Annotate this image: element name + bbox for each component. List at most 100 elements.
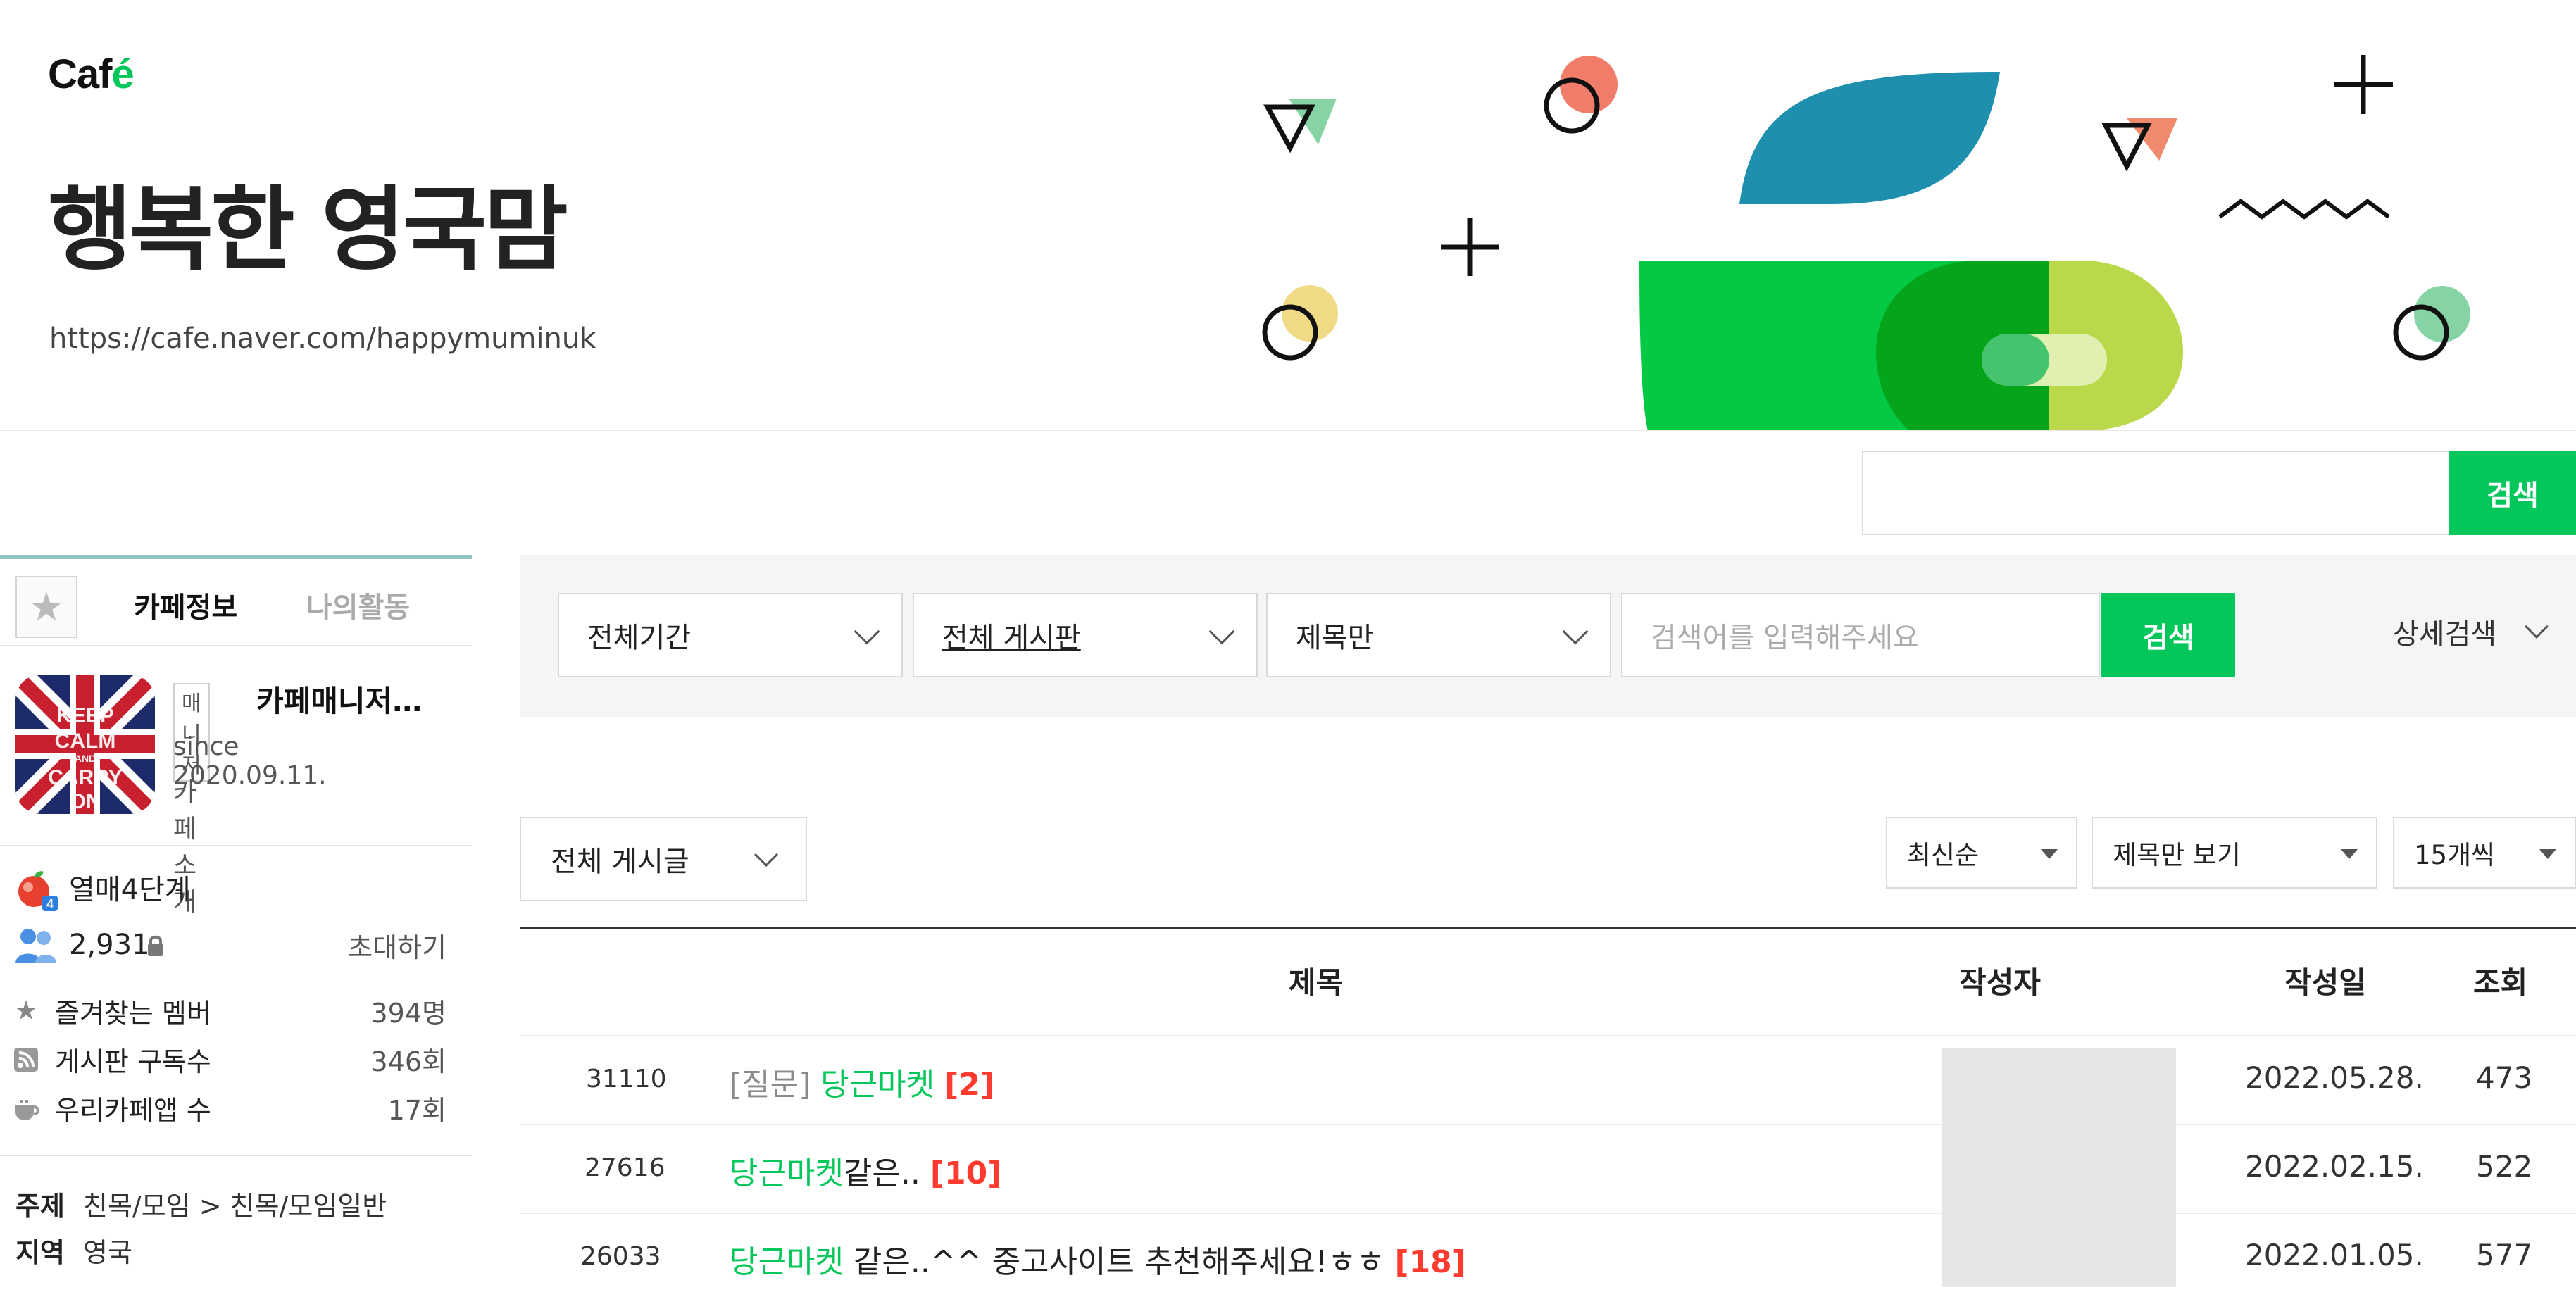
sidebar-divider	[0, 845, 472, 846]
chevron-down-icon	[754, 843, 778, 867]
lock-icon	[145, 934, 166, 960]
member-count-row: 2,931 초대하기	[0, 924, 472, 966]
cup-icon	[14, 1096, 41, 1129]
post-number: 27616	[584, 1153, 665, 1182]
stat-label: 즐겨찾는 멤버	[55, 997, 211, 1029]
stat-value[interactable]: 394명	[371, 991, 447, 1030]
caret-down-icon	[2041, 849, 2058, 859]
board-search-input[interactable]: 검색어를 입력해주세요	[1621, 593, 2100, 677]
post-title-link[interactable]: 당근마켓 같은..^^ 중고사이트 추천해주세요!ㅎㅎ [18]	[730, 1236, 1466, 1282]
post-date: 2022.01.05.	[2245, 1238, 2424, 1272]
cafe-search-button[interactable]: 검색	[2449, 451, 2576, 535]
stat-value[interactable]: 17회	[388, 1089, 446, 1127]
period-select-value: 전체기간	[587, 622, 692, 654]
sidebar-divider	[0, 1155, 472, 1156]
post-title-text: 같은..^^ 중고사이트 추천해주세요!ㅎㅎ	[853, 1244, 1385, 1280]
post-views: 577	[2476, 1238, 2533, 1272]
post-keyword: 당근마켓	[820, 1067, 935, 1103]
scope-select-value: 제목만	[1296, 622, 1374, 654]
chevron-down-icon	[1208, 618, 1235, 645]
column-header-author: 작성자	[1959, 965, 2041, 1000]
stat-cafe-app: 우리카페앱 수 17회	[0, 1086, 472, 1129]
chevron-down-icon	[1562, 618, 1589, 645]
post-date: 2022.05.28.	[2245, 1060, 2424, 1095]
author-cell-redacted	[1942, 1048, 2176, 1287]
column-header-views: 조회	[2473, 965, 2528, 1000]
apple-level-icon: 4	[14, 869, 58, 920]
post-category: [질문]	[730, 1067, 811, 1103]
tab-cafe-info[interactable]: 카페정보	[134, 584, 237, 625]
comment-count[interactable]: [10]	[930, 1155, 1001, 1191]
members-icon	[14, 927, 58, 973]
star-icon: ★	[14, 995, 39, 1026]
star-icon: ★	[28, 584, 65, 630]
topic-value: 친목/모임 > 친목/모임일반	[83, 1191, 387, 1222]
post-type-select[interactable]: 전체 게시글	[520, 817, 807, 901]
post-views: 522	[2476, 1149, 2533, 1184]
svg-text:AND: AND	[75, 753, 96, 764]
comment-count[interactable]: [2]	[944, 1067, 994, 1103]
stat-favorite-members: ★ 즐겨찾는 멤버 394명	[0, 989, 472, 1032]
post-date: 2022.02.15.	[2245, 1149, 2424, 1184]
post-views: 473	[2476, 1060, 2533, 1095]
topic-key: 주제	[15, 1191, 65, 1222]
cafe-header: Café 행복한 영국맘 https://cafe.naver.com/happ…	[0, 0, 2576, 431]
sidebar: ★ 카페정보 나의활동	[0, 555, 472, 646]
chevron-down-icon	[854, 618, 880, 645]
view-mode-select[interactable]: 제목만 보기	[2092, 817, 2377, 889]
cafe-url[interactable]: https://cafe.naver.com/happymuminuk	[49, 322, 596, 355]
region-value: 영국	[83, 1237, 132, 1268]
board-select[interactable]: 전체 게시판	[913, 593, 1258, 677]
avatar[interactable]: KEEP CALM AND CARRY ON	[15, 675, 155, 814]
region-key: 지역	[15, 1237, 65, 1268]
post-title-link[interactable]: [질문] 당근마켓 [2]	[730, 1059, 994, 1104]
svg-text:CALM: CALM	[55, 729, 116, 753]
stat-value[interactable]: 346회	[371, 1040, 447, 1079]
post-keyword: 당근마켓	[730, 1244, 844, 1280]
caret-down-icon	[2341, 849, 2358, 859]
period-select[interactable]: 전체기간	[558, 593, 903, 677]
scope-select[interactable]: 제목만	[1266, 593, 1611, 677]
svg-text:ON: ON	[70, 790, 101, 813]
level-label[interactable]: 열매4단계	[69, 867, 191, 908]
table-top-border	[520, 927, 2576, 929]
stat-label: 우리카페앱 수	[55, 1094, 211, 1126]
header-decoration	[1262, 55, 2470, 430]
member-count[interactable]: 2,931	[69, 929, 150, 961]
manager-name[interactable]: 카페매니저…	[256, 677, 422, 720]
row-divider	[520, 1213, 2576, 1214]
stat-label: 게시판 구독수	[55, 1046, 211, 1077]
cafe-level: 4 열매4단계	[0, 866, 472, 911]
cafe-search-input[interactable]	[1862, 451, 2453, 535]
page-size-select[interactable]: 15개씩	[2393, 817, 2576, 889]
column-header-date: 작성일	[2284, 965, 2366, 1000]
post-title-link[interactable]: 당근마켓같은.. [10]	[730, 1148, 1001, 1193]
comment-count[interactable]: [18]	[1394, 1244, 1465, 1280]
board-search-button[interactable]: 검색	[2101, 593, 2235, 677]
board-select-value: 전체 게시판	[942, 622, 1081, 654]
advanced-search-toggle[interactable]: 상세검색	[2393, 611, 2496, 652]
column-header-title: 제목	[1289, 965, 1344, 1000]
post-number: 31110	[586, 1065, 667, 1094]
svg-text:4: 4	[46, 897, 54, 911]
favorite-star-button[interactable]: ★	[15, 576, 77, 638]
row-divider	[520, 1124, 2576, 1125]
page-size-select-value: 15개씩	[2414, 840, 2496, 870]
sort-select[interactable]: 최신순	[1886, 817, 2077, 889]
tab-my-activity[interactable]: 나의활동	[306, 584, 410, 625]
view-mode-select-value: 제목만 보기	[2113, 840, 2241, 870]
union-jack-keep-calm-image: KEEP CALM AND CARRY ON	[15, 675, 155, 814]
cafe-title[interactable]: 행복한 영국맘	[48, 180, 568, 280]
post-title-text: 같은..	[843, 1155, 920, 1191]
svg-text:KEEP: KEEP	[56, 704, 114, 727]
row-divider	[520, 1035, 2576, 1036]
cafe-logo[interactable]: Café	[48, 51, 135, 98]
sidebar-tabs: ★ 카페정보 나의활동	[0, 555, 472, 646]
sort-select-value: 최신순	[1907, 840, 1980, 870]
invite-button[interactable]: 초대하기	[348, 926, 446, 965]
post-type-select-value: 전체 게시글	[551, 846, 689, 878]
svg-text:CARRY: CARRY	[48, 766, 123, 789]
post-number: 26033	[580, 1242, 661, 1271]
post-keyword: 당근마켓	[730, 1155, 844, 1191]
caret-down-icon	[2539, 849, 2556, 859]
